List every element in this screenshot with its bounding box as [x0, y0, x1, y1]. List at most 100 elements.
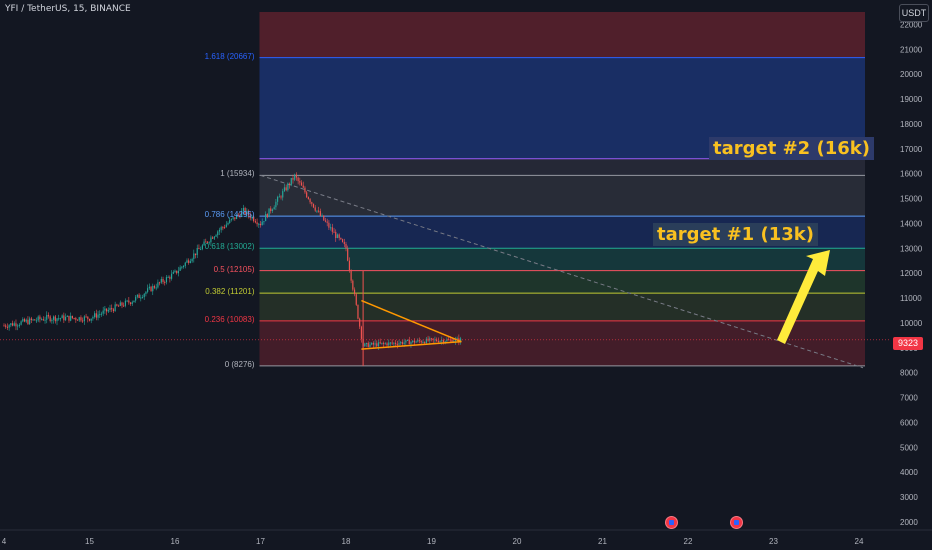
candle-body	[143, 293, 145, 298]
candle-body	[285, 187, 287, 191]
candle-body	[6, 326, 9, 328]
candle-body	[353, 289, 356, 295]
candle-body	[29, 318, 31, 325]
candle-body	[117, 305, 120, 307]
candle-body	[152, 286, 154, 292]
candle-body	[432, 338, 434, 340]
us-economic-event-icon[interactable]	[730, 516, 743, 529]
candle-body	[441, 340, 443, 342]
candle-body	[439, 340, 441, 343]
price-tick-label: 14000	[900, 219, 923, 228]
candle-body	[44, 319, 46, 321]
price-tick-label: 5000	[900, 443, 918, 452]
candle-body	[170, 273, 173, 279]
candle-body	[377, 342, 380, 347]
candle-body	[288, 183, 291, 185]
candle-body	[112, 309, 115, 312]
candle-body	[312, 203, 315, 208]
price-tick-label: 2000	[900, 518, 918, 527]
time-tick-label: 20	[513, 537, 522, 546]
price-tick-label: 18000	[900, 120, 923, 129]
candle-body	[355, 294, 357, 305]
time-tick-label: 21	[598, 537, 607, 546]
candle-body	[41, 319, 43, 321]
candle-body	[111, 308, 113, 310]
candle-body	[47, 314, 50, 317]
fib-zone	[259, 293, 865, 321]
candle-body	[148, 286, 150, 289]
candle-body	[436, 339, 438, 341]
time-tick-label: 23	[769, 537, 778, 546]
currency-unit-button[interactable]: USDT	[899, 4, 929, 22]
candle-body	[129, 302, 132, 304]
candle-body	[381, 342, 383, 344]
candle-body	[406, 340, 409, 342]
candle-body	[326, 221, 328, 223]
candle-body	[17, 325, 19, 327]
candle-body	[191, 258, 193, 262]
candle-body	[30, 318, 32, 321]
candle-body	[54, 316, 56, 322]
candle-body	[23, 319, 26, 322]
candle-body	[155, 287, 157, 289]
candle-body	[165, 277, 168, 283]
candle-body	[88, 318, 91, 321]
candle-body	[424, 342, 426, 344]
candle-body	[217, 231, 219, 236]
candle-body	[193, 253, 195, 259]
candle-body	[388, 342, 390, 346]
candle-body	[3, 325, 5, 327]
candle-body	[401, 342, 404, 344]
candle-body	[51, 319, 53, 322]
candle-body	[99, 314, 101, 316]
candle-body	[347, 248, 349, 261]
candle-body	[341, 239, 344, 243]
price-chart[interactable]: 2200021000200001900018000170001600015000…	[0, 0, 932, 550]
candle-body	[169, 276, 171, 279]
candle-body	[294, 174, 296, 180]
fib-level-label: 1.618 (20667)	[204, 51, 255, 61]
candle-body	[114, 304, 116, 312]
fib-zone	[259, 270, 865, 294]
candle-body	[159, 282, 161, 284]
candle-body	[271, 209, 274, 212]
candle-body	[304, 187, 306, 193]
candle-body	[35, 320, 38, 322]
fib-level-label: 0.618 (13002)	[204, 242, 255, 252]
candle-body	[97, 314, 99, 318]
time-tick-label: 16	[171, 537, 180, 546]
symbol-title: YFI / TetherUS, 15, BINANCE	[5, 4, 131, 14]
candle-body	[290, 178, 292, 185]
candle-body	[104, 308, 106, 311]
candle-body	[367, 343, 369, 347]
candle-body	[27, 319, 29, 325]
candle-body	[273, 207, 275, 210]
candle-body	[405, 340, 407, 343]
fib-zone	[259, 12, 865, 58]
candle-body	[319, 211, 321, 216]
candle-body	[316, 210, 318, 212]
candle-body	[311, 202, 313, 204]
candle-body	[265, 213, 267, 222]
candle-body	[345, 243, 347, 249]
candle-body	[437, 340, 439, 343]
current-price-label: 9323	[893, 337, 923, 350]
candle-body	[94, 313, 96, 317]
candle-body	[383, 342, 385, 344]
candle-body	[188, 260, 190, 263]
candle-body	[280, 196, 282, 198]
candle-body	[448, 339, 450, 341]
candle-body	[376, 343, 378, 347]
fib-level-label: 0.382 (11201)	[205, 287, 255, 297]
candle-body	[283, 187, 286, 192]
candle-body	[71, 315, 73, 319]
candle-body	[266, 213, 268, 218]
candle-body	[90, 318, 92, 321]
us-economic-event-icon[interactable]	[665, 516, 678, 529]
candle-body	[360, 326, 362, 339]
price-tick-label: 21000	[900, 45, 923, 54]
candle-body	[430, 338, 433, 340]
candle-body	[306, 192, 308, 198]
candle-body	[141, 297, 144, 299]
candle-body	[413, 340, 415, 343]
